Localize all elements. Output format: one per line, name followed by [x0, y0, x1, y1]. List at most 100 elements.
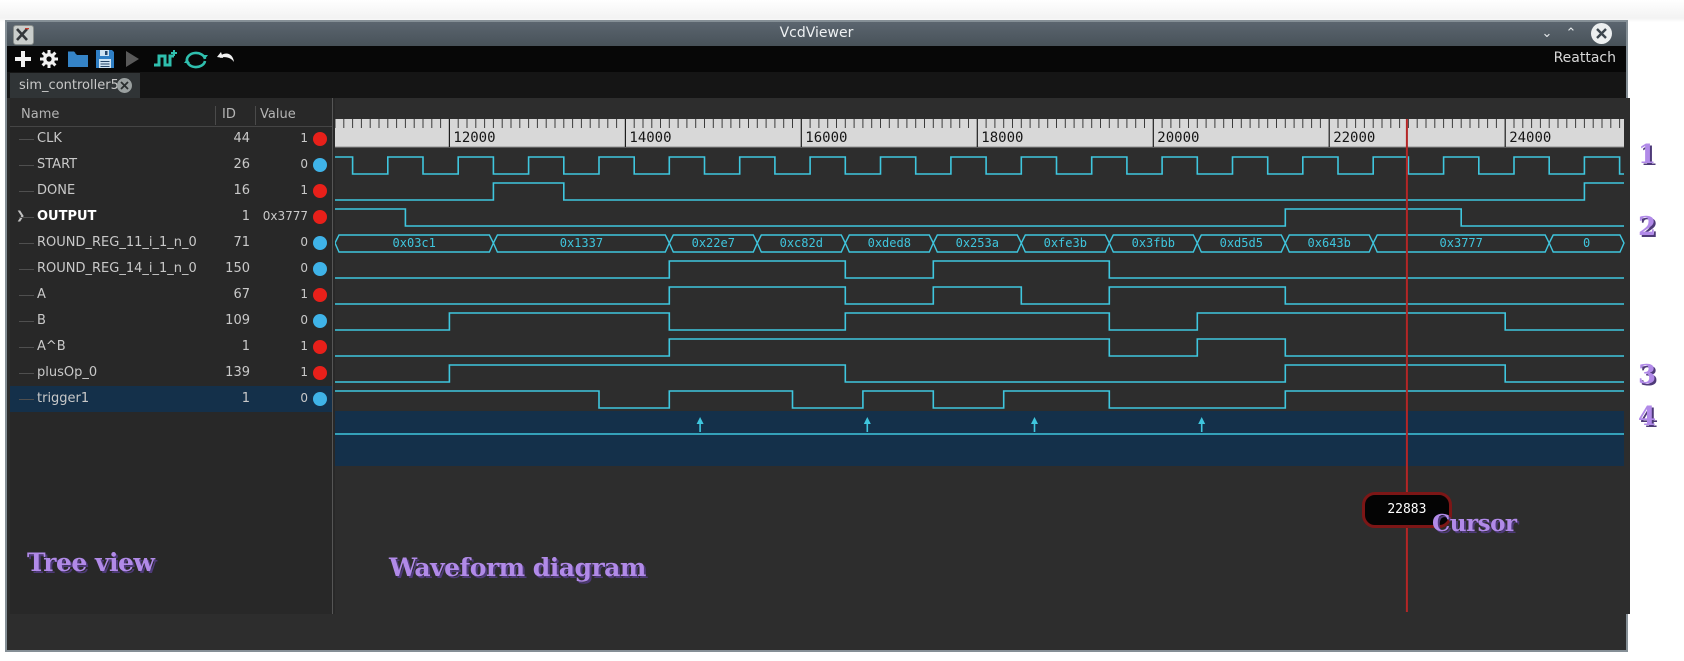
svg-text:0x3777: 0x3777	[1440, 236, 1483, 250]
shade-window-button[interactable]: ⌄	[1538, 26, 1556, 41]
column-separator[interactable]	[215, 106, 216, 125]
folder-icon	[68, 51, 88, 67]
signal-value: 0	[300, 157, 308, 171]
tree-row-trigger1[interactable]: trigger1 1 0	[10, 386, 332, 412]
svg-text:14000: 14000	[629, 130, 671, 146]
signal-state-dot-blue	[313, 262, 327, 276]
tab-sim-controller5[interactable]: sim_controller5	[10, 73, 140, 98]
wave-A^B[interactable]	[335, 364, 1624, 383]
wave-CLK[interactable]	[335, 156, 1624, 175]
signal-value: 0x3777	[262, 209, 308, 223]
column-header-name[interactable]: Name	[21, 107, 59, 122]
tree-row-START[interactable]: START 26 0	[10, 152, 332, 178]
signal-name: A^B	[37, 339, 66, 354]
wave-ROUND_REG_14_i_1_n_0[interactable]	[335, 286, 1624, 305]
open-file-button[interactable]	[67, 49, 89, 69]
maximize-window-button[interactable]: ⌃	[1562, 26, 1580, 41]
tree-row-OUTPUT[interactable]: ❯ OUTPUT 1 0x3777	[10, 204, 332, 230]
tree-row-ROUND_REG_11_i_1_n_0[interactable]: ROUND_REG_11_i_1_n_0 71 0	[10, 230, 332, 256]
signal-value: 1	[300, 183, 308, 197]
tree-row-plusOp_0[interactable]: plusOp_0 139 1	[10, 360, 332, 386]
annotation-marker-2: 2	[1638, 212, 1656, 242]
tree-branch-line	[19, 399, 34, 400]
column-separator[interactable]	[255, 106, 256, 125]
annotation-marker-1: 1	[1638, 140, 1656, 170]
tree-branch-line	[19, 269, 34, 270]
column-header-id[interactable]: ID	[222, 107, 236, 122]
tree-branch-line	[19, 217, 34, 218]
add-waveform-button[interactable]	[153, 49, 177, 69]
play-button[interactable]	[123, 49, 145, 69]
wave-plusOp_0[interactable]	[335, 390, 1624, 409]
waveform-canvas[interactable]: 12000 14000 16000 18000 20000 22000 24000 0x03c…	[335, 119, 1626, 614]
undo-arrow-icon	[217, 52, 234, 62]
wave-OUTPUT[interactable]: 0x03c1 0x1337 0x22e7 0xc82d 0xded8 0x253a 0xfe…	[335, 234, 1625, 253]
add-button[interactable]	[13, 49, 35, 69]
tree-branch-line	[19, 373, 34, 374]
tree-branch-line	[19, 191, 34, 192]
loop-arrows-icon	[184, 51, 208, 69]
signal-tree-panel: Name ID Value CLK 44 1 START 26 0 DONE 16 1 ❯ OUTP…	[10, 98, 332, 614]
tree-row-A[interactable]: A 67 1	[10, 282, 332, 308]
tree-row-CLK[interactable]: CLK 44 1	[10, 126, 332, 152]
signal-value: 1	[300, 131, 308, 145]
svg-text:20000: 20000	[1157, 130, 1199, 146]
wave-A[interactable]	[335, 312, 1624, 331]
svg-text:0xc82d: 0xc82d	[780, 236, 823, 250]
undo-button[interactable]	[215, 49, 237, 69]
svg-text:24000: 24000	[1509, 130, 1551, 146]
title-bar[interactable]: VcdViewer ⌄ ⌃	[7, 22, 1626, 47]
tree-branch-line	[19, 347, 34, 348]
annotation-cursor: Cursor	[1432, 510, 1517, 537]
settings-button[interactable]	[39, 49, 61, 69]
signal-state-dot-red	[313, 288, 327, 302]
toolbar: Reattach	[7, 46, 1626, 72]
signal-value: 0	[300, 391, 308, 405]
signal-state-dot-red	[313, 184, 327, 198]
svg-text:12000: 12000	[453, 130, 495, 146]
expander-chevron-icon[interactable]: ❯	[16, 209, 25, 222]
close-icon	[120, 81, 129, 90]
signal-value: 1	[300, 365, 308, 379]
wave-trigger1[interactable]	[335, 411, 1624, 466]
signal-state-dot-blue	[313, 392, 327, 406]
tab-label: sim_controller5	[19, 78, 119, 93]
tree-row-A^B[interactable]: A^B 1 1	[10, 334, 332, 360]
signal-state-dot-blue	[313, 314, 327, 328]
play-icon	[126, 51, 139, 67]
save-button[interactable]	[95, 49, 117, 69]
svg-text:0xfe3b: 0xfe3b	[1044, 236, 1087, 250]
signal-value: 0	[300, 235, 308, 249]
signal-value: 1	[300, 287, 308, 301]
wave-B[interactable]	[335, 338, 1624, 357]
tree-row-DONE[interactable]: DONE 16 1	[10, 178, 332, 204]
signal-name: CLK	[37, 131, 62, 146]
signal-state-dot-blue	[313, 158, 327, 172]
close-window-button[interactable]	[1591, 23, 1612, 44]
reload-button[interactable]	[183, 49, 208, 69]
signal-state-dot-red	[313, 210, 327, 224]
selected-row-band	[335, 411, 1624, 466]
signal-name: START	[37, 157, 78, 172]
screenshot-root: VcdViewer ⌄ ⌃ Reattach sim_controller5 N…	[0, 0, 1684, 661]
tree-branch-line	[19, 165, 34, 166]
tree-row-ROUND_REG_14_i_1_n_0[interactable]: ROUND_REG_14_i_1_n_0 150 0	[10, 256, 332, 282]
svg-text:0x03c1: 0x03c1	[393, 236, 436, 250]
wave-START[interactable]	[335, 182, 1624, 201]
signal-name: OUTPUT	[37, 209, 97, 224]
tab-close-button[interactable]	[117, 78, 132, 93]
wave-ROUND_REG_11_i_1_n_0[interactable]	[335, 260, 1624, 279]
signal-state-dot-red	[313, 132, 327, 146]
main-content: Name ID Value CLK 44 1 START 26 0 DONE 16 1 ❯ OUTP…	[7, 98, 1630, 614]
floppy-save-icon	[96, 50, 114, 68]
annotation-marker-4: 4	[1638, 402, 1656, 432]
column-header-value[interactable]: Value	[260, 107, 296, 122]
svg-text:16000: 16000	[805, 130, 847, 146]
waveform-plus-icon	[154, 50, 177, 67]
reattach-button[interactable]: Reattach	[1554, 50, 1616, 66]
annotation-tree-view: Tree view	[27, 548, 155, 577]
wave-DONE[interactable]	[335, 208, 1624, 227]
tree-row-B[interactable]: B 109 0	[10, 308, 332, 334]
svg-text:22000: 22000	[1333, 130, 1375, 146]
signal-name: trigger1	[37, 391, 90, 406]
